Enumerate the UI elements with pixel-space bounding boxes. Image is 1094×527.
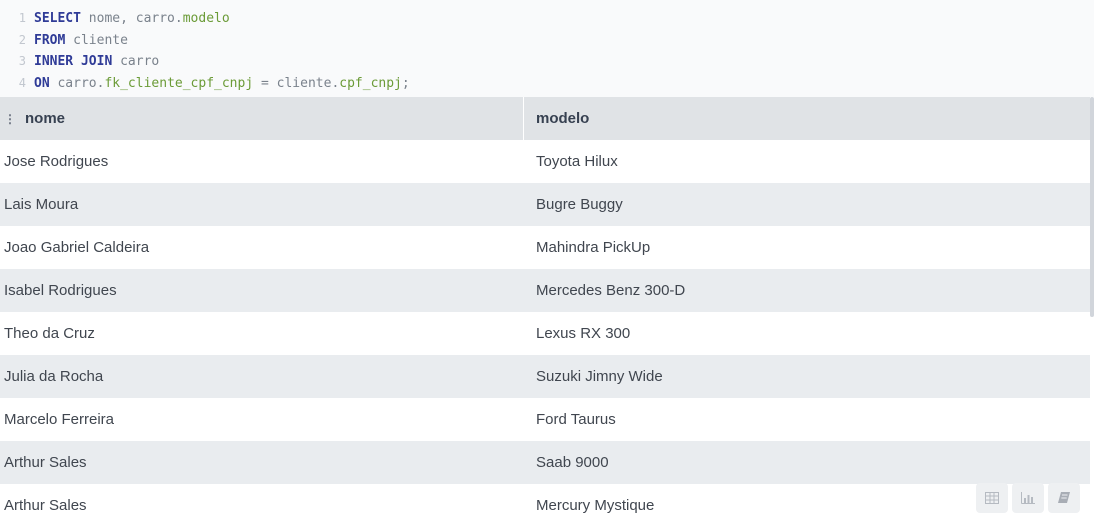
sql-keyword: INNER JOIN (34, 54, 113, 69)
sql-keyword: ON (34, 75, 50, 91)
cell-nome[interactable]: Lais Moura (0, 196, 524, 213)
cell-modelo[interactable]: Saab 9000 (524, 454, 1090, 471)
cell-nome[interactable]: Jose Rodrigues (0, 153, 524, 170)
table-row[interactable]: Isabel Rodrigues Mercedes Benz 300-D (0, 269, 1090, 312)
sql-token: cpf_cnpj (339, 75, 402, 91)
sql-keyword: FROM (34, 32, 66, 48)
cell-modelo[interactable]: Lexus RX 300 (524, 325, 1090, 342)
column-header-nome[interactable]: ⋮ nome (0, 97, 524, 140)
table-row[interactable]: Joao Gabriel Caldeira Mahindra PickUp (0, 226, 1090, 269)
notebook-button[interactable] (1048, 483, 1080, 513)
cell-modelo[interactable]: Suzuki Jimny Wide (524, 368, 1090, 385)
sql-token: carro (112, 54, 160, 69)
sql-token: ; (401, 75, 410, 91)
cell-nome[interactable]: Arthur Sales (0, 454, 524, 471)
cell-modelo[interactable]: Ford Taurus (524, 411, 1090, 428)
cell-modelo[interactable]: Mercedes Benz 300-D (524, 282, 1090, 299)
line-number: 2 (18, 32, 26, 47)
code-line: 1 SELECT nome, carro.modelo (0, 8, 1094, 30)
table-row[interactable]: Marcelo Ferreira Ford Taurus (0, 398, 1090, 441)
cell-nome[interactable]: Isabel Rodrigues (0, 282, 524, 299)
cell-nome[interactable]: Theo da Cruz (0, 325, 524, 342)
sql-token: fk_cliente_cpf_cnpj (104, 75, 254, 91)
cell-nome[interactable]: Joao Gabriel Caldeira (0, 239, 524, 256)
table-row[interactable]: Jose Rodrigues Toyota Hilux (0, 140, 1090, 183)
table-header: ⋮ nome modelo (0, 97, 1090, 140)
sql-token: carro. (49, 75, 105, 91)
sql-editor[interactable]: 1 SELECT nome, carro.modelo 2 FROM cliente 3… (0, 0, 1094, 97)
column-header-modelo[interactable]: modelo (524, 110, 1090, 127)
notebook-icon (1058, 492, 1070, 503)
table-row[interactable]: Arthur Sales Saab 9000 (0, 441, 1090, 484)
sql-token: = cliente. (253, 75, 340, 91)
table-row[interactable]: Theo da Cruz Lexus RX 300 (0, 312, 1090, 355)
code-line: 4 ON carro.fk_cliente_cpf_cnpj = cliente.… (0, 73, 1094, 95)
sql-keyword: SELECT (34, 11, 81, 26)
table-view-icon (985, 492, 999, 504)
vertical-scrollbar[interactable] (1090, 97, 1094, 317)
table-row[interactable]: Julia da Rocha Suzuki Jimny Wide (0, 355, 1090, 398)
line-number: 4 (18, 75, 26, 90)
view-toolbar (976, 483, 1080, 513)
sql-token: nome, carro. (80, 11, 183, 26)
chart-view-button[interactable] (1012, 483, 1044, 513)
code-line: 2 FROM cliente (0, 30, 1094, 52)
table-view-button[interactable] (976, 483, 1008, 513)
drag-handle-icon[interactable]: ⋮ (4, 112, 16, 126)
cell-modelo[interactable]: Mahindra PickUp (524, 239, 1090, 256)
sql-token: modelo (182, 11, 230, 26)
cell-modelo[interactable]: Bugre Buggy (524, 196, 1090, 213)
chart-view-icon (1021, 492, 1035, 504)
cell-modelo[interactable]: Toyota Hilux (524, 153, 1090, 170)
table-row[interactable]: Lais Moura Bugre Buggy (0, 183, 1090, 226)
column-header-label: modelo (536, 110, 590, 127)
table-row[interactable]: Arthur Sales Mercury Mystique (0, 484, 1090, 527)
line-number: 3 (18, 54, 26, 68)
cell-nome[interactable]: Julia da Rocha (0, 368, 524, 385)
sql-token: cliente (65, 32, 128, 48)
cell-nome[interactable]: Marcelo Ferreira (0, 411, 524, 428)
column-header-label: nome (25, 110, 66, 127)
cell-nome[interactable]: Arthur Sales (0, 497, 524, 514)
code-line: 3 INNER JOIN carro (0, 51, 1094, 73)
line-number: 1 (18, 11, 26, 25)
results-table: ⋮ nome modelo Jose Rodrigues Toyota Hilux… (0, 97, 1090, 527)
